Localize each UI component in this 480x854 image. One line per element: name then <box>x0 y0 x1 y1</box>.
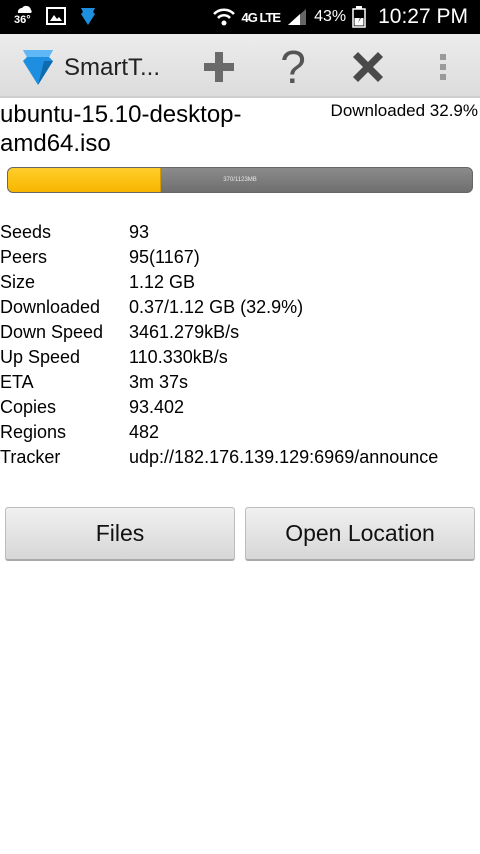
detail-value: 93.402 <box>129 397 185 417</box>
detail-row: Up Speed 110.330kB/s <box>0 345 480 370</box>
detail-value: 93 <box>129 222 150 242</box>
detail-value: 1.12 GB <box>129 272 196 292</box>
detail-value: 3m 37s <box>129 372 189 392</box>
detail-value: 95(1167) <box>129 247 200 267</box>
detail-label: Seeds <box>0 222 52 242</box>
detail-row: Regions 482 <box>0 420 480 445</box>
weather-icon: 36° <box>14 5 32 27</box>
files-button[interactable]: Files <box>5 507 235 561</box>
add-icon <box>204 52 234 82</box>
close-icon <box>353 52 383 82</box>
overflow-menu-button[interactable] <box>418 42 468 92</box>
download-progress-bar: 370/1123MB <box>7 167 473 193</box>
action-bar: SmartT... ? <box>0 34 480 98</box>
open-location-button[interactable]: Open Location <box>245 507 475 561</box>
progress-label: 370/1123MB <box>223 177 257 183</box>
detail-row: ETA 3m 37s <box>0 370 480 395</box>
detail-value: 110.330kB/s <box>129 347 228 367</box>
add-button[interactable] <box>194 42 244 92</box>
temperature-text: 36° <box>14 14 31 26</box>
clock: 10:27 PM <box>378 5 468 28</box>
detail-row: Tracker udp://182.176.139.129:6969/announ… <box>0 445 480 470</box>
detail-row: Peers 95(1167) <box>0 245 480 270</box>
detail-label: Peers <box>0 247 48 267</box>
detail-label: Copies <box>0 397 57 417</box>
battery-icon <box>352 6 366 28</box>
detail-label: ETA <box>0 372 34 392</box>
help-icon: ? <box>280 45 306 89</box>
detail-label: Up Speed <box>0 347 81 367</box>
lte-icon: 4G LTE <box>241 9 282 25</box>
detail-label: Downloaded <box>0 297 101 317</box>
detail-value: 482 <box>129 422 160 442</box>
torrent-details: Seeds 93 Peers 95(1167) Size 1.12 GB Downloade… <box>0 220 480 470</box>
detail-label: Down Speed <box>0 322 104 342</box>
detail-row: Seeds 93 <box>0 220 480 245</box>
detail-label: Regions <box>0 422 67 442</box>
detail-row: Copies 93.402 <box>0 395 480 420</box>
status-bar: 36° 4G LTE 43% 10:27 PM <box>0 0 480 34</box>
detail-label: Tracker <box>0 447 61 467</box>
app-logo-icon[interactable] <box>20 46 56 88</box>
help-button[interactable]: ? <box>268 42 318 92</box>
detail-row: Down Speed 3461.279kB/s <box>0 320 480 345</box>
detail-value: 3461.279kB/s <box>129 322 240 342</box>
detail-row: Downloaded 0.37/1.12 GB (32.9%) <box>0 295 480 320</box>
torrent-name: ubuntu-15.10-desktop-amd64.iso <box>0 101 242 157</box>
detail-label: Size <box>0 272 36 292</box>
wifi-icon <box>212 8 235 26</box>
svg-text:?: ? <box>280 45 306 89</box>
download-status: Downloaded 32.9% <box>330 101 478 120</box>
detail-row: Size 1.12 GB <box>0 270 480 295</box>
app-title: SmartT... <box>64 54 161 81</box>
battery-percent: 43% <box>314 8 347 25</box>
signal-icon <box>288 9 307 25</box>
remove-button[interactable] <box>343 42 393 92</box>
detail-value: udp://182.176.139.129:6969/announce <box>129 447 439 467</box>
overflow-menu-icon <box>440 54 446 80</box>
image-icon <box>46 7 66 25</box>
detail-value: 0.37/1.12 GB (32.9%) <box>129 297 304 317</box>
app-icon <box>81 8 95 25</box>
